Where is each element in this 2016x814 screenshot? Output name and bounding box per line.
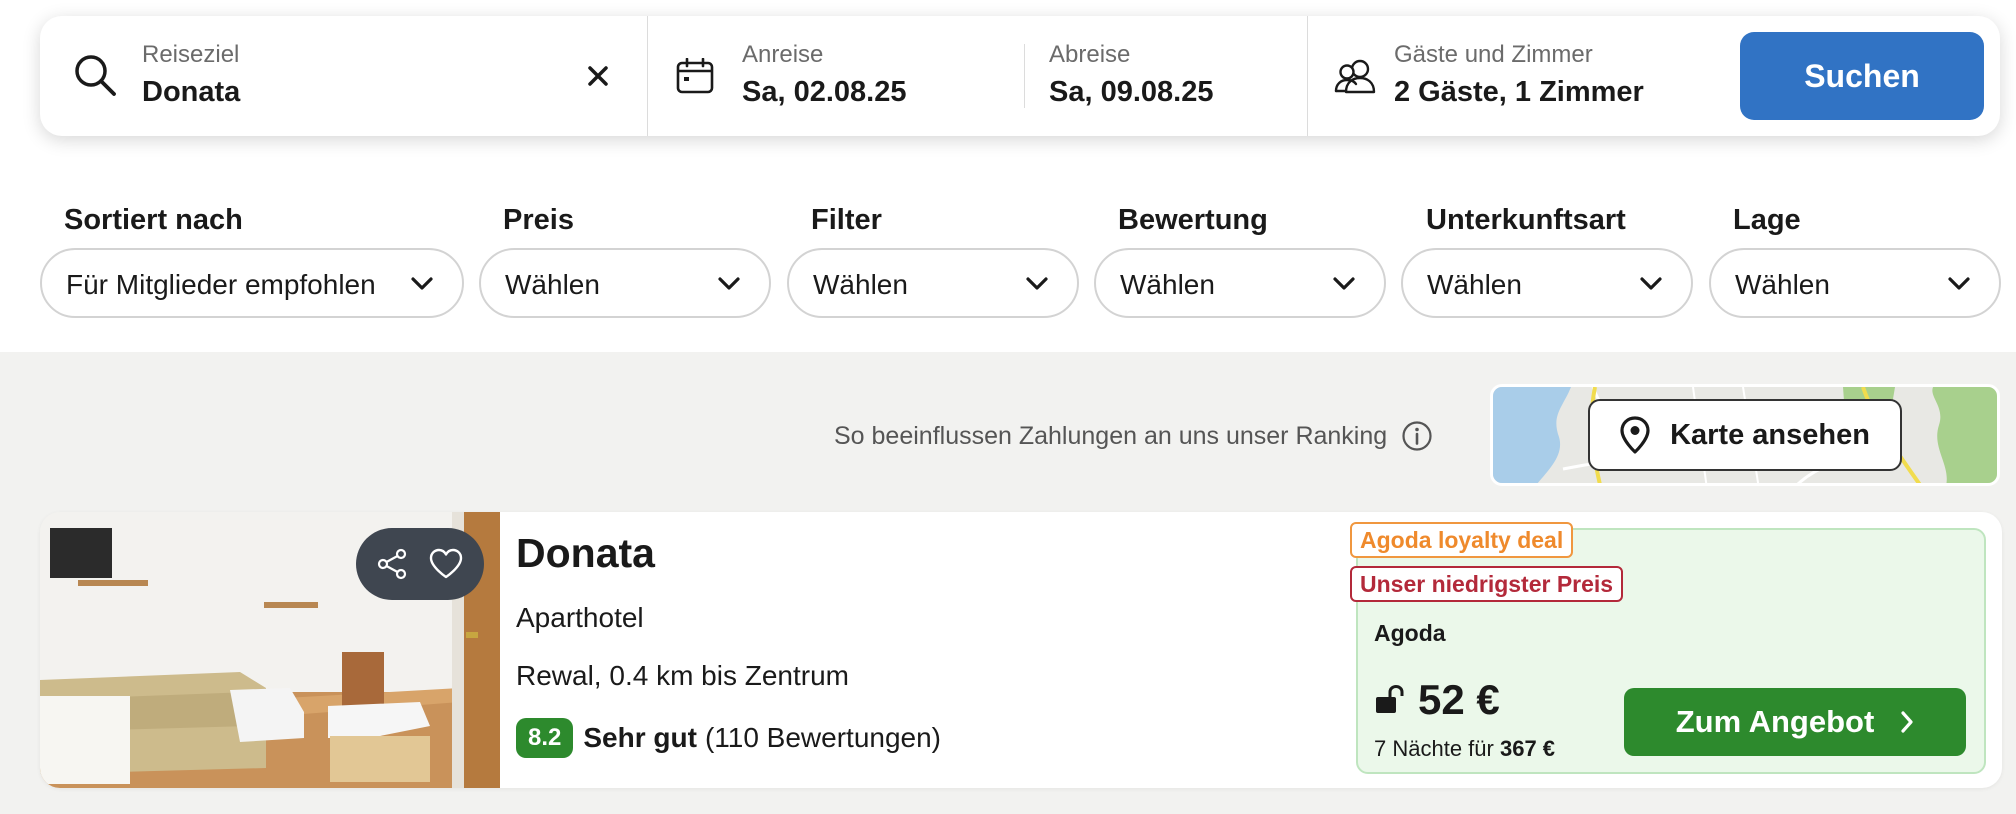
- rating-filter-label: Bewertung: [1118, 204, 1268, 236]
- rating-filter-select[interactable]: Wählen: [1094, 248, 1386, 318]
- guests-value: 2 Gäste, 1 Zimmer: [1394, 76, 1644, 108]
- sort-label: Sortiert nach: [64, 204, 243, 236]
- property-type-select[interactable]: Wählen: [1401, 248, 1693, 318]
- hotel-rating[interactable]: 8.2 Sehr gut (110 Bewertungen): [516, 718, 941, 758]
- info-icon: [1402, 421, 1432, 451]
- checkin-value: Sa, 02.08.25: [742, 76, 907, 108]
- hotel-photo[interactable]: [40, 512, 500, 788]
- price-filter-value: Wählen: [505, 269, 600, 300]
- chevron-down-icon: [411, 277, 433, 290]
- price-per-night: 52 €: [1418, 676, 1500, 723]
- property-type-label: Unterkunftsart: [1426, 204, 1626, 236]
- calendar-icon: [676, 58, 714, 94]
- filter-select[interactable]: Wählen: [787, 248, 1079, 318]
- sort-select[interactable]: Für Mitglieder empfohlen: [40, 248, 464, 318]
- map-pin-icon: [1620, 416, 1650, 454]
- rating-filter-value: Wählen: [1120, 269, 1215, 300]
- location-filter-value: Wählen: [1735, 269, 1830, 300]
- hotel-location[interactable]: Rewal, 0.4 km bis Zentrum: [516, 660, 849, 692]
- location-filter-label: Lage: [1733, 204, 1801, 236]
- offer-provider: Agoda: [1374, 620, 1446, 646]
- clear-destination-button[interactable]: [578, 56, 618, 96]
- destination-field[interactable]: Reiseziel Donata: [40, 16, 648, 136]
- guests-field[interactable]: Gäste und Zimmer 2 Gäste, 1 Zimmer: [1308, 16, 1728, 136]
- lowest-price-badge: Unser niedrigster Preis: [1350, 566, 1624, 602]
- share-icon[interactable]: [374, 546, 410, 582]
- view-deal-button[interactable]: Zum Angebot: [1624, 688, 1966, 756]
- guests-label: Gäste und Zimmer: [1394, 41, 1593, 68]
- ranking-note[interactable]: So beeinflussen Zahlungen an uns unser R…: [834, 420, 1433, 452]
- users-icon: [1334, 59, 1376, 94]
- filter-label: Filter: [811, 204, 882, 236]
- total-price: 7 Nächte für 367 €: [1374, 736, 1555, 762]
- chevron-down-icon: [718, 277, 740, 290]
- review-count: (110 Bewertungen): [704, 722, 942, 753]
- chevron-down-icon: [1948, 277, 1970, 290]
- close-icon: [588, 66, 608, 86]
- checkout-label: Abreise: [1049, 41, 1131, 68]
- location-filter-select[interactable]: Wählen: [1709, 248, 2001, 318]
- chevron-down-icon: [1333, 277, 1355, 290]
- hotel-type: Aparthotel: [516, 602, 644, 633]
- show-map-label: Karte ansehen: [1670, 418, 1870, 451]
- photo-actions: [356, 528, 484, 600]
- checkout-value: Sa, 09.08.25: [1049, 76, 1214, 108]
- map-preview[interactable]: Karte ansehen: [1490, 384, 2000, 486]
- view-deal-label: Zum Angebot: [1675, 704, 1875, 739]
- property-type-value: Wählen: [1427, 269, 1522, 300]
- chevron-right-icon: [1901, 711, 1913, 733]
- price-filter-label: Preis: [503, 204, 574, 236]
- hotel-card[interactable]: Donata Aparthotel Rewal, 0.4 km bis Zent…: [40, 512, 2002, 788]
- filter-value: Wählen: [813, 269, 908, 300]
- checkout-field[interactable]: Abreise Sa, 09.08.25: [1025, 16, 1307, 136]
- loyalty-deal-badge: Agoda loyalty deal: [1350, 522, 1574, 558]
- ranking-note-text: So beeinflussen Zahlungen an uns unser R…: [834, 421, 1388, 450]
- sort-value: Für Mitglieder empfohlen: [66, 269, 376, 300]
- offer-box[interactable]: Agoda 52 € 7 Nächte für 367 € Zum Angebo…: [1356, 528, 1986, 774]
- total-amount: 367 €: [1499, 736, 1556, 761]
- offer-price: 52 €: [1374, 676, 1500, 724]
- rating-word: Sehr gut: [583, 722, 697, 753]
- results-area: So beeinflussen Zahlungen an uns unser R…: [0, 352, 2016, 814]
- score-badge: 8.2: [516, 718, 574, 758]
- hotel-name[interactable]: Donata: [516, 530, 655, 577]
- chevron-down-icon: [1026, 277, 1048, 290]
- unlock-icon: [1376, 685, 1404, 713]
- checkin-label: Anreise: [742, 41, 824, 68]
- search-bar: Reiseziel Donata Anreise Sa, 02.08.25 Ab…: [40, 16, 2000, 136]
- heart-icon[interactable]: [428, 546, 464, 582]
- chevron-down-icon: [1640, 277, 1662, 290]
- checkin-field[interactable]: Anreise Sa, 02.08.25: [648, 16, 1024, 136]
- search-button[interactable]: Suchen: [1740, 32, 1984, 120]
- search-icon: [75, 55, 116, 96]
- destination-label: Reiseziel: [142, 41, 240, 68]
- show-map-button[interactable]: Karte ansehen: [1588, 399, 1902, 471]
- destination-value: Donata: [142, 76, 241, 108]
- nights-text: 7 Nächte für: [1374, 736, 1494, 761]
- price-filter-select[interactable]: Wählen: [479, 248, 771, 318]
